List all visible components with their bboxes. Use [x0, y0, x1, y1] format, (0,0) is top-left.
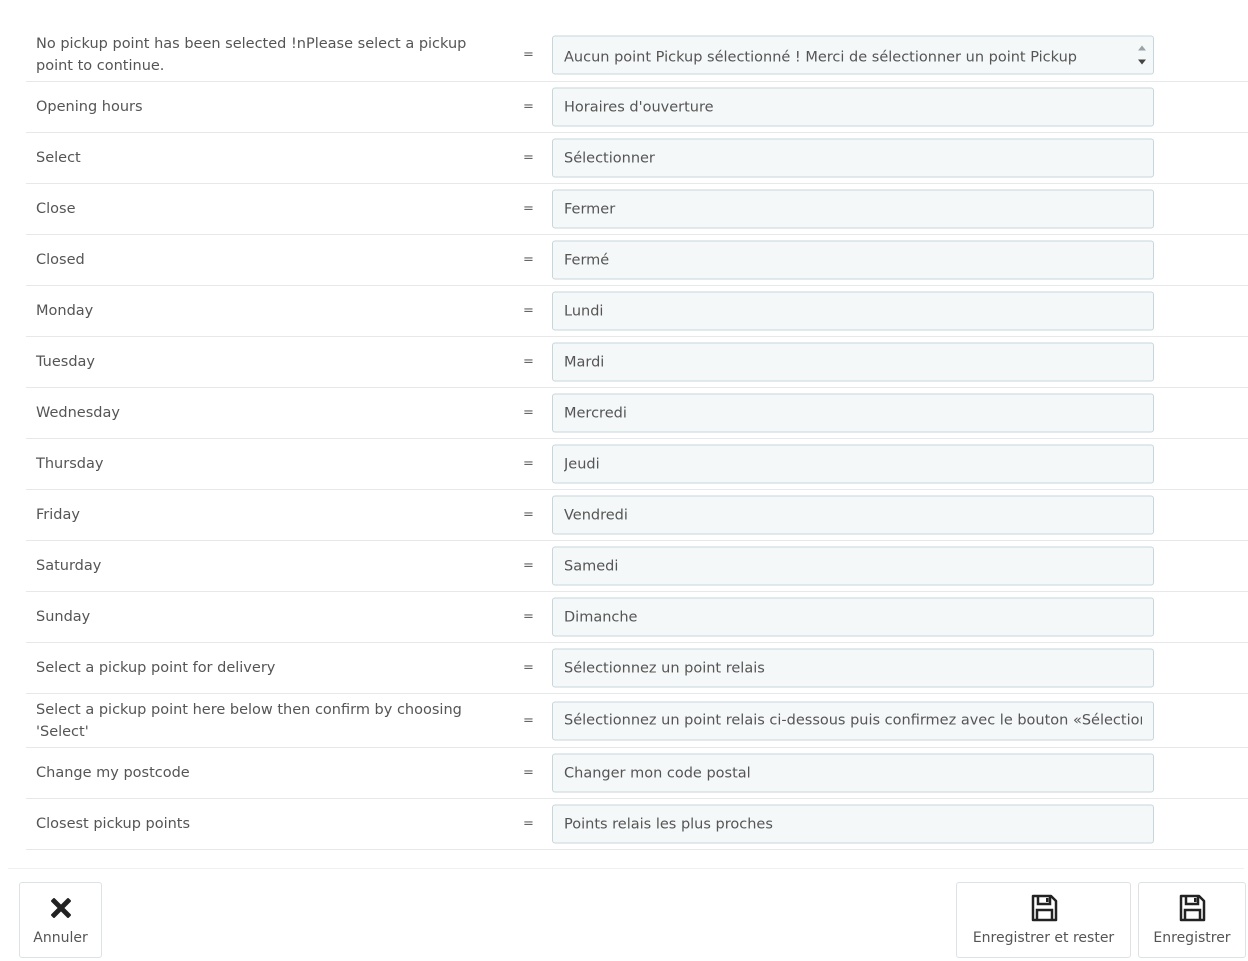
row-label: Monday [36, 303, 94, 319]
translation-row: Select a pickup point for delivery = [26, 643, 1248, 694]
equals-sign: = [523, 713, 534, 728]
equals-sign: = [523, 201, 534, 217]
equals-sign: = [523, 99, 534, 115]
equals-sign: = [523, 252, 534, 268]
equals-sign: = [523, 660, 534, 676]
translation-row: No pickup point has been selected !nPlea… [26, 28, 1248, 82]
cancel-label: Annuler [33, 930, 88, 946]
translation-row: Monday = [26, 286, 1248, 337]
translation-row: Tuesday = [26, 337, 1248, 388]
footer-divider [8, 868, 1244, 869]
row-label: Wednesday [36, 405, 120, 421]
translation-row: Close = [26, 184, 1248, 235]
translation-input[interactable] [552, 546, 1154, 586]
translation-input[interactable] [552, 189, 1154, 229]
row-label: Select a pickup point here below then co… [36, 701, 462, 740]
row-label: No pickup point has been selected !nPlea… [36, 35, 467, 74]
translation-row: Select a pickup point here below then co… [26, 694, 1248, 748]
row-label: Saturday [36, 558, 102, 574]
scroll-up-arrow-icon[interactable] [1138, 45, 1146, 50]
translation-input[interactable] [552, 393, 1154, 433]
save-button[interactable]: Enregistrer [1138, 882, 1246, 958]
translation-row: Saturday = [26, 541, 1248, 592]
equals-sign: = [523, 507, 534, 523]
cancel-button[interactable]: Annuler [19, 882, 102, 958]
row-label: Select a pickup point for delivery [36, 660, 276, 676]
floppy-disk-icon [1031, 894, 1057, 922]
translation-input[interactable] [552, 240, 1154, 280]
translation-input[interactable] [552, 444, 1154, 484]
equals-sign: = [523, 765, 534, 781]
translation-input[interactable] [552, 342, 1154, 382]
scroll-down-arrow-icon[interactable] [1138, 59, 1146, 64]
close-icon [50, 898, 71, 918]
save-and-stay-label: Enregistrer et rester [972, 930, 1115, 946]
translation-row: Wednesday = [26, 388, 1248, 439]
translation-input[interactable] [552, 495, 1154, 535]
translation-input[interactable] [552, 597, 1154, 637]
translation-row: Thursday = [26, 439, 1248, 490]
equals-sign: = [523, 150, 534, 166]
row-label: Select [36, 150, 81, 166]
row-label: Close [36, 201, 76, 217]
translation-row: Select = [26, 133, 1248, 184]
row-label: Friday [36, 507, 80, 523]
floppy-disk-icon [1179, 894, 1206, 922]
translation-form: No pickup point has been selected !nPlea… [26, 28, 1248, 850]
translation-input[interactable] [552, 753, 1154, 793]
translation-row: Friday = [26, 490, 1248, 541]
equals-sign: = [523, 354, 534, 370]
translation-input[interactable] [552, 804, 1154, 844]
translation-input[interactable] [552, 701, 1154, 740]
equals-sign: = [523, 47, 534, 62]
equals-sign: = [523, 609, 534, 625]
row-label: Sunday [36, 609, 91, 625]
row-label: Closest pickup points [36, 816, 191, 832]
textarea-scrollbar[interactable] [1133, 35, 1151, 74]
row-label: Change my postcode [36, 765, 190, 781]
row-label: Opening hours [36, 99, 143, 115]
save-label: Enregistrer [1153, 930, 1231, 946]
translation-row: Closest pickup points = [26, 799, 1248, 850]
equals-sign: = [523, 816, 534, 832]
translation-textarea[interactable]: Aucun point Pickup sélectionné ! Merci d… [552, 35, 1154, 74]
translation-row: Opening hours = [26, 82, 1248, 133]
equals-sign: = [523, 303, 534, 319]
equals-sign: = [523, 456, 534, 472]
save-and-stay-button[interactable]: Enregistrer et rester [956, 882, 1131, 958]
translation-row: Change my postcode = [26, 748, 1248, 799]
row-label: Thursday [36, 456, 104, 472]
row-label: Closed [36, 252, 85, 268]
row-label: Tuesday [36, 354, 95, 370]
translation-input[interactable] [552, 291, 1154, 331]
translation-row: Closed = [26, 235, 1248, 286]
equals-sign: = [523, 558, 534, 574]
translation-input[interactable] [552, 138, 1154, 178]
translation-input[interactable] [552, 648, 1154, 688]
translation-input[interactable] [552, 87, 1154, 127]
translation-row: Sunday = [26, 592, 1248, 643]
equals-sign: = [523, 405, 534, 421]
